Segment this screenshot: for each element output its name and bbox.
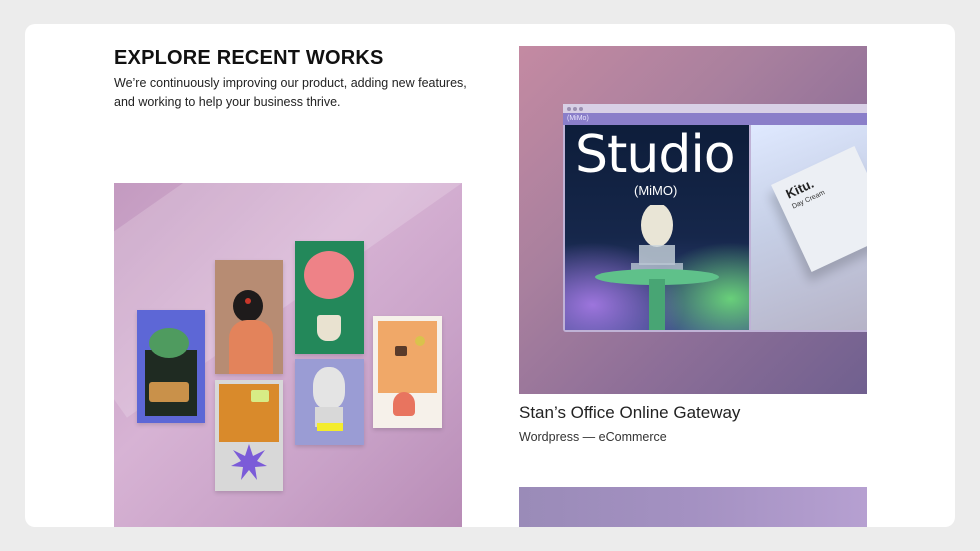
project-image-next[interactable]: [519, 487, 867, 527]
studio-hero-panel: Studio (MiMO): [565, 125, 749, 330]
project-meta: Wordpress — eCommerce: [519, 430, 667, 444]
product-box: Kitu. Day Cream: [771, 146, 867, 272]
browser-mockup: (MiMo) Studio (MiMO) Kitu. Day Cream: [563, 104, 867, 332]
poster-food: [373, 316, 442, 428]
mockup-subbrand: (MiMO): [634, 183, 678, 198]
product-panel: Kitu. Day Cream: [751, 125, 867, 330]
poster-statue: [295, 359, 364, 445]
project-image-featured[interactable]: (MiMo) Studio (MiMO) Kitu. Day Cream: [519, 46, 867, 394]
poster-orange-star: [215, 380, 283, 491]
poster-portrait: [215, 260, 283, 374]
egg-sculpture-icon: [565, 205, 749, 330]
browser-toolbar: [563, 104, 867, 113]
project-image-collage[interactable]: [114, 183, 462, 527]
content-card: EXPLORE RECENT WORKS We’re continuously …: [25, 24, 955, 527]
mockup-nav: (MiMo): [563, 113, 867, 125]
poster-blue: [137, 310, 205, 423]
starburst-icon: [231, 444, 267, 480]
poster-green-circle: [295, 241, 364, 354]
project-title[interactable]: Stan’s Office Online Gateway: [519, 403, 740, 423]
section-title: EXPLORE RECENT WORKS: [114, 47, 384, 69]
section-description: We’re continuously improving our product…: [114, 76, 467, 109]
mockup-brand: Studio: [575, 125, 736, 185]
